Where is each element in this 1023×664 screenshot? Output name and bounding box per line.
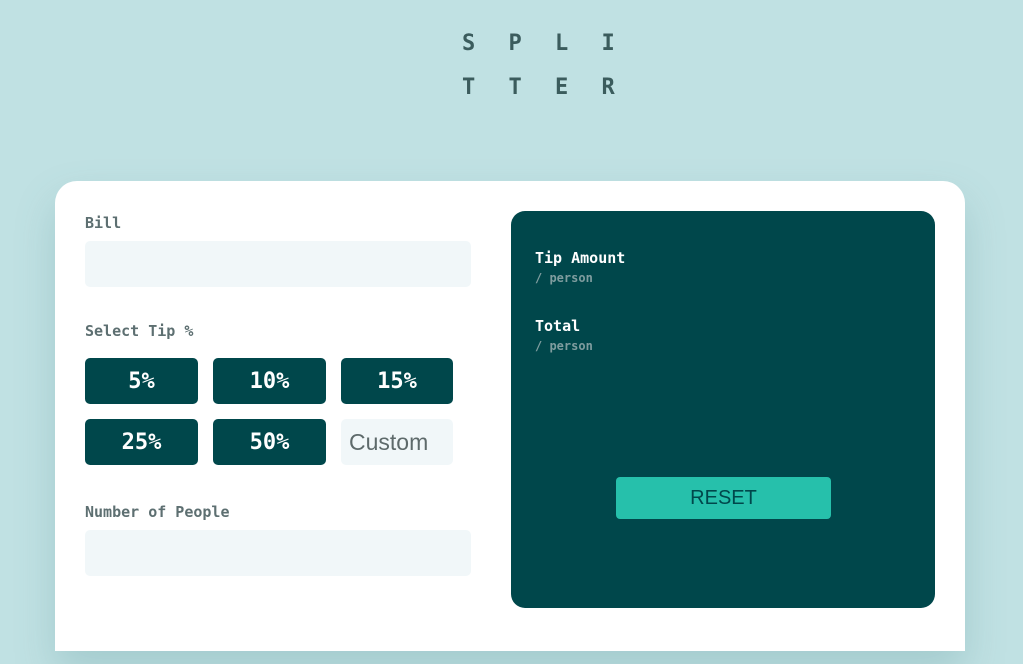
calculator-card: Bill Select Tip % 5% 10% 15% 25% 50% Num… bbox=[55, 181, 965, 651]
tip-amount-label: Tip Amount bbox=[535, 249, 626, 267]
tip-10-button[interactable]: 10% bbox=[213, 358, 326, 404]
tip-15-button[interactable]: 15% bbox=[341, 358, 453, 404]
app-logo: S P L I T T E R bbox=[462, 22, 625, 110]
people-input[interactable] bbox=[85, 530, 471, 576]
tip-amount-per-person-label: / person bbox=[535, 271, 593, 285]
total-per-person-label: / person bbox=[535, 339, 593, 353]
logo-line-1: S P L I bbox=[462, 31, 625, 56]
number-of-people-label: Number of People bbox=[85, 503, 230, 521]
bill-label: Bill bbox=[85, 214, 122, 232]
bill-input[interactable] bbox=[85, 241, 471, 287]
total-label: Total bbox=[535, 317, 581, 335]
tip-5-button[interactable]: 5% bbox=[85, 358, 198, 404]
reset-button[interactable]: RESET bbox=[616, 477, 831, 519]
tip-50-button[interactable]: 50% bbox=[213, 419, 326, 465]
tip-25-button[interactable]: 25% bbox=[85, 419, 198, 465]
select-tip-label: Select Tip % bbox=[85, 322, 194, 340]
logo-line-2: T T E R bbox=[462, 75, 625, 100]
results-panel: Tip Amount / person Total / person RESET bbox=[511, 211, 935, 608]
custom-tip-input[interactable] bbox=[341, 419, 453, 465]
